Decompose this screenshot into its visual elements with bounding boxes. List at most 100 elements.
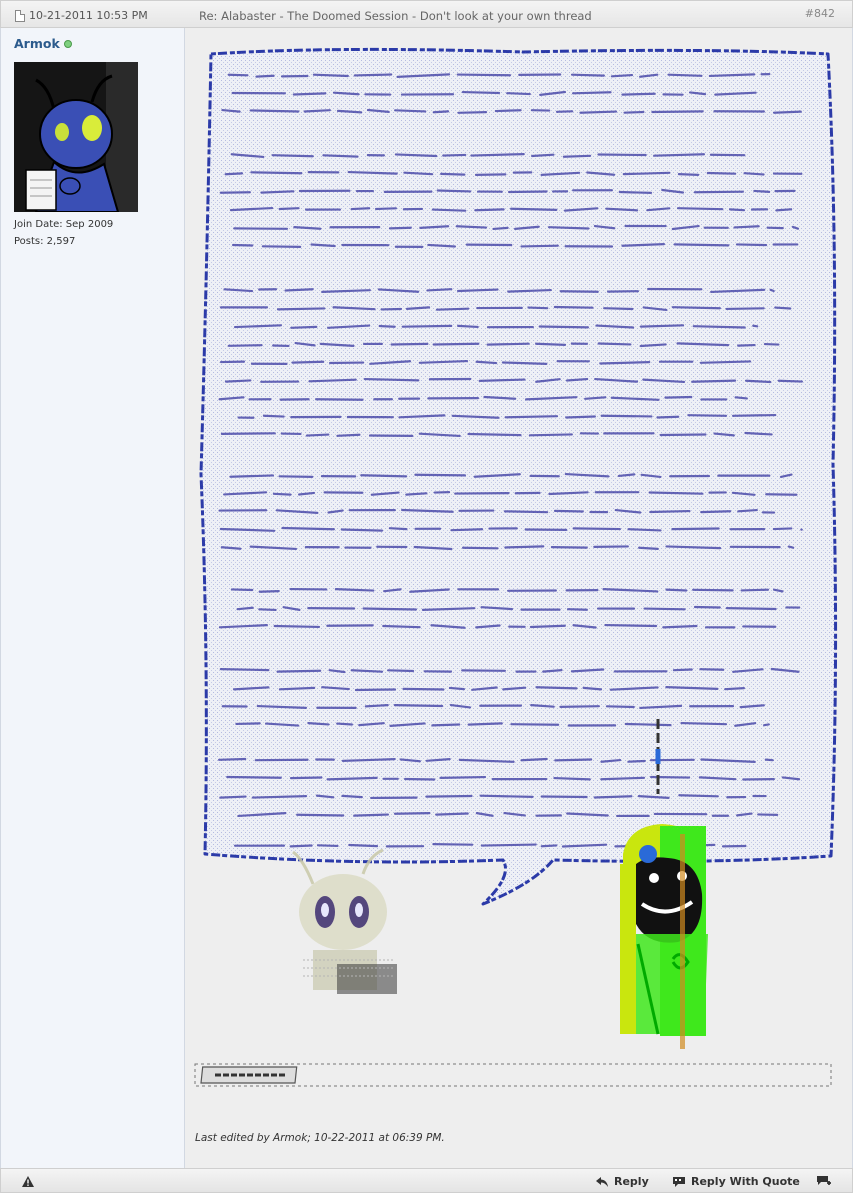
post-footer: Reply Reply With Quote <box>0 1168 853 1193</box>
scribble-word <box>305 433 330 437</box>
scribble-word <box>435 307 470 311</box>
scribble-word <box>737 508 758 513</box>
scribble-word <box>530 704 555 708</box>
username-text[interactable]: Armok <box>14 36 60 51</box>
scribble-word <box>229 474 275 478</box>
scribble-word <box>431 723 461 727</box>
scribble-word <box>492 226 509 231</box>
scribble-word <box>307 722 330 726</box>
scribble-word <box>455 225 488 229</box>
scribble-word <box>360 474 408 478</box>
scribble-word <box>547 226 590 230</box>
scribble-word <box>728 208 746 212</box>
scribble-word <box>258 608 277 612</box>
online-status-icon <box>63 39 72 48</box>
scribble-word <box>752 324 759 328</box>
reply-with-quote-label: Reply With Quote <box>691 1175 800 1188</box>
scribble-word <box>638 546 659 550</box>
scribble-word <box>530 153 555 158</box>
avatar[interactable] <box>14 62 138 212</box>
scribble-word <box>504 415 559 419</box>
scribble-word <box>627 528 662 532</box>
scribble-word <box>271 154 314 158</box>
scribble-word <box>457 324 479 329</box>
scribble-word <box>763 342 780 346</box>
reply-with-quote-button[interactable]: Reply With Quote <box>672 1175 800 1188</box>
scribble-word <box>278 475 314 479</box>
scribble-word <box>448 686 466 691</box>
scribble-word <box>272 492 292 496</box>
scribble-word <box>336 433 361 437</box>
scribble-word <box>273 624 321 629</box>
scribble-word <box>693 190 744 194</box>
reply-arrow-icon <box>596 1176 608 1187</box>
scribble-word <box>230 588 254 592</box>
scribble-word <box>765 493 798 496</box>
scribble-word <box>456 73 512 77</box>
scribble-word <box>542 669 563 673</box>
multi-quote-button[interactable] <box>816 1175 834 1188</box>
scribble-word <box>680 721 728 726</box>
scribble-word <box>297 491 316 496</box>
scribble-word <box>289 776 323 780</box>
scribble-word <box>504 545 545 549</box>
scribble-word <box>656 415 680 419</box>
scribble-word <box>334 588 375 592</box>
avatar-image <box>14 62 138 212</box>
scribble-word <box>528 433 573 437</box>
scribble-word <box>303 109 331 113</box>
scribble-word <box>350 669 384 673</box>
scribble-word <box>772 527 793 531</box>
scribble-word <box>627 759 646 763</box>
scribble-word <box>394 153 438 158</box>
scribble-word <box>735 243 768 247</box>
scribble-word <box>255 74 275 78</box>
scribble-word <box>553 776 591 781</box>
scribble-word <box>649 509 691 514</box>
scribble-word <box>432 342 480 346</box>
scribble-word <box>467 722 503 726</box>
scribble-word <box>639 343 667 348</box>
report-icon[interactable] <box>21 1175 35 1188</box>
scribble-word <box>667 73 703 77</box>
scribble-word <box>374 207 398 211</box>
scribble-word <box>618 190 653 194</box>
scribble-word <box>671 527 720 531</box>
scribble-word <box>527 306 549 310</box>
scribble-word <box>390 342 429 346</box>
scribble-word <box>582 686 603 691</box>
scribble-word <box>219 795 247 799</box>
scribble-word <box>772 110 802 114</box>
scribble-word <box>501 361 548 365</box>
scribble-word <box>224 172 244 176</box>
scribble-word <box>486 342 530 346</box>
scribble-word <box>393 704 444 708</box>
scribble-word <box>336 109 363 114</box>
scribble-word <box>734 396 748 400</box>
multi-quote-icon <box>817 1176 831 1185</box>
scribble-word <box>278 207 300 211</box>
post-number-link[interactable]: #842 <box>805 7 835 20</box>
scribble-word <box>364 704 389 708</box>
scribble-word <box>220 432 276 435</box>
scribble-word <box>510 207 558 211</box>
username[interactable]: Armok <box>14 36 72 51</box>
scribble-word <box>617 473 636 478</box>
scribble-word <box>425 794 473 798</box>
user-info-panel: Armok Join Date: Sep 2009 Posts: 2,597 <box>0 28 185 1168</box>
scribble-word <box>725 307 765 311</box>
scribble-word <box>219 667 270 672</box>
scribble-word <box>227 344 263 347</box>
scribble-word <box>769 288 775 293</box>
scribble-word <box>600 414 653 418</box>
scribble-word <box>623 110 645 114</box>
scribble-word <box>535 686 578 690</box>
scribble-word <box>461 546 499 550</box>
scribble-word <box>676 207 724 211</box>
scribble-word <box>439 775 487 779</box>
scribble-word <box>221 108 241 113</box>
reply-button[interactable]: Reply <box>595 1175 649 1188</box>
comic-image[interactable] <box>193 44 845 1094</box>
scribble-word <box>673 243 730 247</box>
scribble-word <box>235 722 261 726</box>
